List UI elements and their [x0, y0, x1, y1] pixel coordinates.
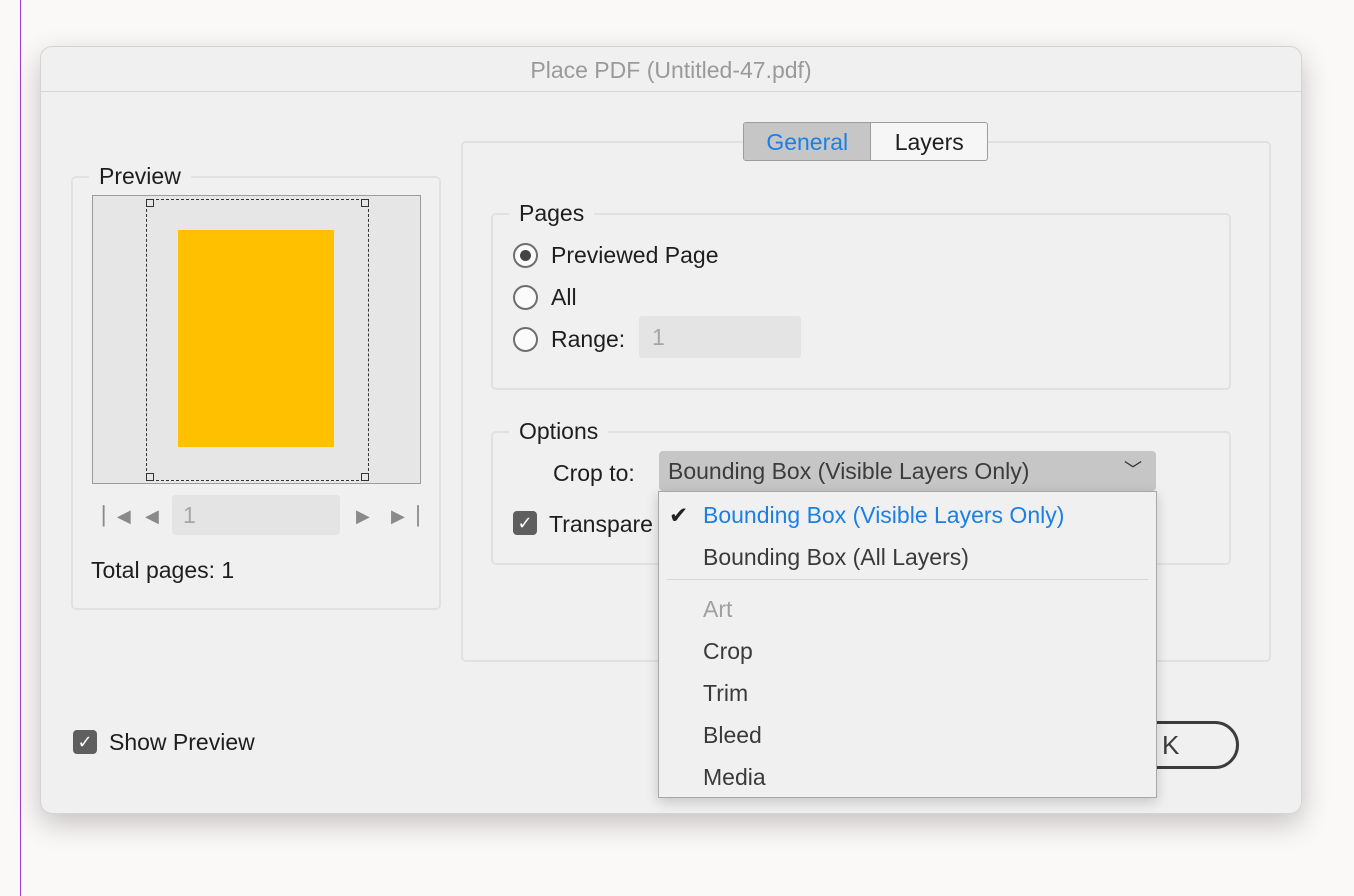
menu-item-trim[interactable]: Trim: [703, 678, 748, 708]
transparent-background-label: Transpare: [549, 511, 653, 537]
first-page-icon[interactable]: ▏◀: [103, 504, 131, 528]
range-label: Range:: [551, 326, 626, 352]
next-page-icon[interactable]: ▶: [356, 504, 370, 528]
menu-item-media[interactable]: Media: [703, 762, 766, 792]
dialog-title: Place PDF (Untitled-47.pdf): [41, 47, 1301, 92]
crop-to-select[interactable]: Bounding Box (Visible Layers Only) ﹀: [659, 451, 1156, 491]
crop-to-dropdown-menu: ✔ Bounding Box (Visible Layers Only) Bou…: [658, 491, 1157, 798]
menu-separator: [667, 579, 1148, 580]
tab-bar: General Layers: [743, 122, 988, 161]
all-label: All: [551, 284, 577, 310]
crop-to-label: Crop to:: [553, 460, 635, 486]
menu-item-bounding-box-visible[interactable]: Bounding Box (Visible Layers Only): [703, 500, 1064, 530]
radio-range[interactable]: [513, 327, 538, 352]
menu-item-bleed[interactable]: Bleed: [703, 720, 762, 750]
checkmark-icon: ✔: [669, 502, 689, 528]
corner-handle: [146, 199, 154, 207]
preview-legend: Preview: [89, 161, 191, 191]
radio-previewed-page[interactable]: [513, 243, 538, 268]
range-input[interactable]: 1: [639, 316, 801, 358]
previewed-page-label: Previewed Page: [551, 242, 719, 268]
total-pages-label: Total pages: 1: [91, 557, 235, 583]
last-page-icon[interactable]: ▶▕: [391, 504, 419, 528]
transparent-background-checkbox[interactable]: ✓: [513, 511, 537, 535]
corner-handle: [361, 473, 369, 481]
menu-item-crop[interactable]: Crop: [703, 636, 753, 666]
corner-handle: [146, 473, 154, 481]
prev-page-icon[interactable]: ◀: [145, 504, 159, 528]
tab-general[interactable]: General: [744, 123, 871, 160]
show-preview-label: Show Preview: [109, 729, 255, 755]
chevron-down-icon: ﹀: [1124, 460, 1142, 480]
menu-item-bounding-box-all[interactable]: Bounding Box (All Layers): [703, 542, 969, 572]
pdf-page-thumbnail: [178, 230, 334, 447]
preview-canvas: [92, 195, 421, 484]
radio-all[interactable]: [513, 285, 538, 310]
crop-to-value: Bounding Box (Visible Layers Only): [668, 458, 1030, 484]
tab-layers[interactable]: Layers: [870, 123, 987, 160]
menu-item-art: Art: [703, 596, 733, 622]
window-edge-line: [20, 0, 21, 896]
corner-handle: [361, 199, 369, 207]
ok-button-label: K: [1162, 730, 1180, 760]
options-legend: Options: [509, 416, 609, 446]
show-preview-checkbox[interactable]: ✓: [73, 730, 97, 754]
page-number-field[interactable]: 1: [172, 495, 340, 535]
pages-legend: Pages: [509, 198, 595, 228]
